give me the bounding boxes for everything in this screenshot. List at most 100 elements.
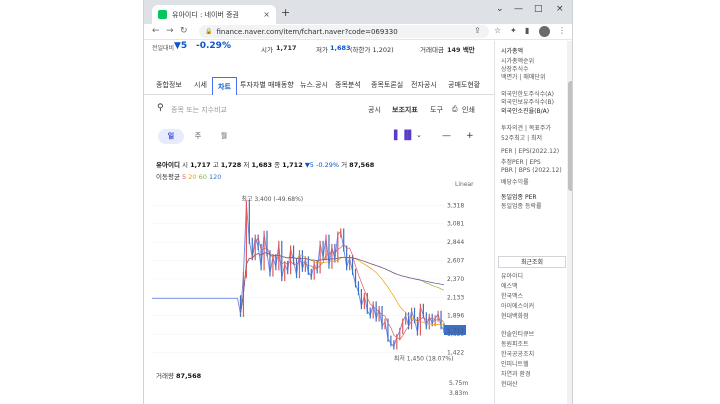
address-bar[interactable]: 🔒 finance.naver.com/item/fchart.naver?co… — [199, 25, 489, 38]
back-arrow-icon[interactable]: ← — [152, 26, 160, 36]
recent-stock-link[interactable]: 아이에스이커 — [501, 301, 534, 310]
tab-chart[interactable]: 차트 — [212, 77, 237, 95]
extensions-icon[interactable]: ✦ — [510, 26, 517, 35]
compare-search-input[interactable]: 종목 또는 지수비교 — [171, 105, 227, 115]
browser-toolbar: ← → ↻ 🔒 finance.naver.com/item/fchart.na… — [144, 24, 572, 40]
summary-row: 52주최고 | 최저 — [501, 135, 543, 142]
volume-chart-value: 87,568 — [176, 372, 202, 380]
chart-toolbar: ⚲ 종목 또는 지수비교 공시 보조지표 도구 ⎙ 인쇄 — [144, 101, 494, 117]
tab-discussion[interactable]: 종목토론실 — [371, 80, 403, 90]
low-label: 저가 — [316, 46, 328, 54]
sidepanel-icon[interactable]: ▮ — [525, 26, 529, 35]
volume-axis-mid: 3.83m — [449, 390, 469, 397]
period-week[interactable]: 주 — [192, 129, 204, 144]
volume-label: 거 — [341, 161, 348, 169]
stock-page-tabs: 종합정보 시세 차트 투자자별 매매동향 뉴스.공시 종목분석 종목토론실 전자… — [144, 77, 494, 95]
tab-analysis[interactable]: 종목분석 — [335, 80, 361, 90]
page-scrollbar[interactable] — [567, 41, 572, 404]
search-icon[interactable]: ⚲ — [157, 103, 164, 113]
price-change: ▼5 — [174, 41, 188, 51]
open-value: 1,717 — [190, 161, 211, 169]
high-annotation: 최고 3,400 (-49.68%) — [241, 195, 303, 203]
disclosure-button[interactable]: 공시 — [368, 105, 381, 115]
amount-label: 거래대금 — [420, 46, 444, 54]
tab-investor-trades[interactable]: 투자자별 매매동향 — [240, 80, 294, 90]
y-tick-label: 3,081 — [447, 221, 464, 228]
indicators-button[interactable]: 보조지표 — [392, 105, 418, 115]
open-label: 시 — [182, 161, 188, 169]
scroll-thumb[interactable] — [568, 81, 572, 191]
recent-stock-link[interactable]: 한솔인티큐브 — [501, 329, 534, 338]
tab-short-selling[interactable]: 공매도현황 — [448, 80, 480, 90]
ma-5: 5 — [182, 173, 187, 181]
browser-tab[interactable]: 유아이디 : 네이버 증권 × — [152, 5, 276, 24]
ma60-line — [240, 252, 445, 314]
maximize-button[interactable]: □ — [534, 4, 543, 14]
forward-arrow-icon[interactable]: → — [166, 26, 174, 36]
tab-disclosure[interactable]: 전자공시 — [411, 80, 437, 90]
main-column: 전일대비 ▼5 -0.29% 시가 1,717 저가 1,683 (하한가 1,… — [144, 41, 494, 404]
summary-row: PBR | BPS (2022.12) — [501, 167, 562, 174]
tab-search-icon[interactable]: ⌄ — [496, 4, 504, 14]
profile-avatar[interactable] — [539, 26, 550, 37]
summary-row: 외국인보유주식수(B) — [501, 99, 554, 106]
recent-stock-link[interactable]: 인피니트헬 — [501, 359, 529, 368]
chevron-down-icon[interactable]: ⌄ — [416, 131, 422, 139]
low-value: 1,683 — [251, 161, 273, 169]
tab-overview[interactable]: 종합정보 — [156, 80, 182, 90]
ma-60: 60 — [198, 173, 207, 181]
high-value: 1,728 — [220, 161, 242, 169]
period-day[interactable]: 일 — [158, 129, 184, 144]
volume-title: 거래량 87,568 — [156, 370, 201, 380]
volume-chart-label: 거래량 — [156, 372, 174, 380]
candlestick-icon[interactable]: ▌▐▌ — [394, 131, 415, 141]
recent-stock-link[interactable]: 동원피조트 — [501, 339, 529, 348]
recent-views-header[interactable]: 최근조회 — [498, 256, 566, 268]
price-chart-svg: 3,3183,0812,8442,6072,3702,1331,8961,659… — [152, 195, 466, 362]
y-tick-label: 2,844 — [447, 239, 464, 246]
recent-stock-link[interactable]: 자연과 환경 — [501, 369, 531, 378]
reload-icon[interactable]: ↻ — [180, 26, 188, 36]
zoom-out-icon[interactable]: — — [442, 131, 451, 141]
price-sticky-bar: 전일대비 ▼5 -0.29% 시가 1,717 저가 1,683 (하한가 1,… — [144, 41, 494, 55]
ma-120: 120 — [208, 173, 222, 181]
price-chart[interactable]: 3,3183,0812,8442,6072,3702,1331,8961,659… — [144, 187, 494, 372]
summary-row: 시가총액 — [501, 48, 524, 55]
moving-average-legend: 이동평균 5 20 60 120 — [156, 171, 221, 181]
summary-row: 투자의견 | 목표주가 — [501, 125, 551, 132]
y-tick-label: 2,607 — [447, 257, 464, 264]
menu-kebab-icon[interactable]: ⋮ — [558, 26, 566, 35]
print-button[interactable]: 인쇄 — [462, 105, 475, 115]
share-icon[interactable]: ⇪ — [474, 26, 481, 35]
period-selector: 일 주 월 ▌▐▌ ⌄ — + — [144, 129, 494, 145]
period-month[interactable]: 월 — [218, 129, 230, 144]
recent-stock-link[interactable]: 현대산 — [501, 379, 518, 388]
tab-quotes[interactable]: 시세 — [194, 80, 207, 90]
low-value: 1,683 — [330, 44, 351, 52]
recent-stock-link[interactable]: 현대백화점 — [501, 311, 529, 320]
recent-stock-link[interactable]: 유아이디 — [501, 271, 523, 280]
y-tick-label: 3,318 — [447, 202, 464, 209]
close-value: 1,712 — [282, 161, 303, 169]
recent-stock-link[interactable]: 한국공공조지 — [501, 349, 534, 358]
tab-news[interactable]: 뉴스.공시 — [300, 80, 328, 90]
recent-stock-link[interactable]: 한국맥스 — [501, 291, 523, 300]
close-window-button[interactable]: × — [556, 4, 564, 14]
summary-row: 동일업종 등락률 — [501, 203, 542, 210]
y-tick-label: 2,370 — [447, 276, 464, 283]
minimize-button[interactable]: — — [514, 4, 523, 14]
zoom-in-icon[interactable]: + — [466, 131, 474, 141]
ma20-line — [240, 252, 445, 326]
stock-summary-panel: 시가총액 시가총액순위 상장주식수 액면가 | 매매단위 외국인한도주식수(A) 외국인보… — [494, 41, 572, 404]
tools-button[interactable]: 도구 — [430, 105, 443, 115]
tab-close-button[interactable]: × — [263, 10, 270, 19]
amount-value: 149 백만 — [447, 46, 475, 54]
bookmark-star-icon[interactable]: ☆ — [494, 26, 501, 35]
recent-stock-link[interactable]: 에스맥 — [501, 281, 518, 290]
ma-20: 20 — [188, 173, 197, 181]
new-tab-button[interactable]: + — [281, 6, 290, 19]
y-tick-label: 2,133 — [447, 294, 464, 301]
volume-value: 87,568 — [349, 161, 375, 169]
change-label: 전일대비 — [152, 45, 175, 52]
printer-icon[interactable]: ⎙ — [452, 105, 458, 114]
